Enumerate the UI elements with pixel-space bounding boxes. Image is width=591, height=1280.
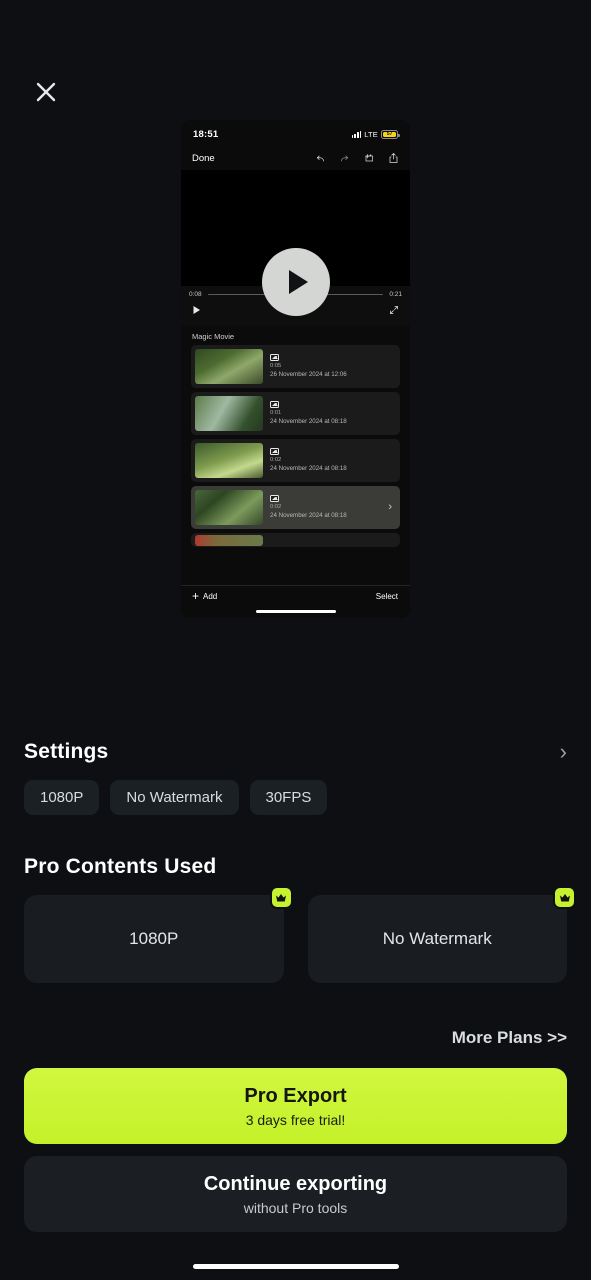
clip-date: 26 November 2024 at 12:06 [270,370,347,378]
settings-chip-resolution[interactable]: 1080P [24,780,100,815]
clip-duration: 0:05 [270,362,282,369]
pro-card-watermark[interactable]: No Watermark [307,886,576,983]
chevron-right-icon[interactable]: › [388,502,394,513]
pro-content-cards: 1080P No Watermark [24,886,576,983]
play-icon[interactable] [192,302,201,320]
clip-row[interactable]: 0:02 24 November 2024 at 08:18 › [191,486,400,529]
photo-icon [270,353,279,361]
pro-export-title: Pro Export [244,1084,347,1107]
current-time-label: 0:08 [189,291,202,298]
add-button[interactable]: + Add [192,590,217,602]
export-screen: 18:51 LTE 57 Done 0:08 0:21 Magic Movie … [0,0,591,1280]
pro-card-label: No Watermark [382,929,492,948]
pro-contents-title: Pro Contents Used [24,855,217,878]
clip-thumbnail [195,490,263,525]
status-bar: 18:51 LTE 57 [181,120,410,146]
done-button[interactable]: Done [192,153,215,164]
redo-icon[interactable] [339,153,350,164]
phone-preview: 18:51 LTE 57 Done 0:08 0:21 Magic Movie … [181,120,410,618]
pro-export-subtitle: 3 days free trial! [245,1111,346,1128]
clip-date: 24 November 2024 at 08:18 [270,417,347,425]
pro-card-label: 1080P [129,929,179,948]
battery-level-label: 57 [383,131,396,137]
clip-row[interactable]: 0:01 24 November 2024 at 08:18 [191,392,400,435]
preview-nav-icons [315,152,399,164]
clip-thumbnail [195,396,263,431]
clip-list-title: Magic Movie [192,332,235,341]
network-label: LTE [364,129,378,139]
add-button-label: Add [203,591,218,601]
plus-icon: + [192,589,200,604]
total-time-label: 0:21 [389,291,402,298]
play-overlay-icon[interactable] [261,248,330,316]
clip-duration: 0:02 [270,456,282,463]
preview-home-indicator [255,610,336,613]
pro-export-button[interactable]: Pro Export 3 days free trial! [24,1068,567,1144]
play-triangle [288,270,308,294]
clip-row[interactable]: 0:05 26 November 2024 at 12:06 [191,345,400,388]
clip-date: 24 November 2024 at 08:18 [270,511,347,519]
continue-exporting-button[interactable]: Continue exporting without Pro tools [24,1156,567,1232]
home-indicator [192,1264,399,1269]
preview-nav-bar: Done [181,146,410,170]
settings-chips: 1080P No Watermark 30FPS [24,780,567,815]
preview-bottom-bar: + Add Select [181,581,410,618]
settings-section: Settings › 1080P No Watermark 30FPS [0,740,591,815]
photo-icon [270,494,279,502]
chevron-right-icon[interactable]: › [560,741,567,763]
continue-exporting-title: Continue exporting [203,1172,388,1195]
clip-meta: 0:01 24 November 2024 at 08:18 [270,400,394,426]
photo-icon [270,400,279,408]
settings-chip-watermark[interactable]: No Watermark [110,780,239,815]
clip-thumbnail [195,443,263,478]
battery-low-power-icon: 57 [381,129,400,139]
settings-title: Settings [24,740,109,763]
more-plans-link[interactable]: More Plans >> [452,1028,567,1048]
continue-exporting-subtitle: without Pro tools [243,1199,348,1216]
clip-row[interactable]: 0:02 24 November 2024 at 08:18 [191,439,400,482]
crown-icon [553,886,576,909]
fullscreen-icon[interactable] [389,302,399,320]
pro-contents-section: Pro Contents Used 1080P No Watermark [0,855,591,983]
clip-duration: 0:02 [270,503,282,510]
clip-meta: 0:05 26 November 2024 at 12:06 [270,353,394,379]
pro-card-resolution[interactable]: 1080P [24,886,293,983]
settings-chip-fps[interactable]: 30FPS [249,780,328,815]
select-button[interactable]: Select [376,592,398,601]
photo-icon [270,447,279,455]
crown-icon [269,886,293,909]
undo-icon[interactable] [315,153,326,164]
cellular-signal-icon [351,130,362,138]
share-icon[interactable] [388,152,399,164]
status-indicators: LTE 57 [351,129,400,139]
clip-thumbnail [195,535,263,546]
clip-thumbnail [195,349,263,384]
clip-row[interactable] [191,533,400,547]
clip-meta: 0:02 24 November 2024 at 08:18 [270,447,394,473]
status-time: 18:51 [193,128,219,140]
magic-adjust-icon[interactable] [363,152,375,164]
close-icon[interactable] [28,74,64,110]
clip-meta: 0:02 24 November 2024 at 08:18 [270,494,381,520]
clip-list: 0:05 26 November 2024 at 12:06 0:01 24 N… [181,345,410,547]
clip-date: 24 November 2024 at 08:18 [270,464,347,472]
clip-duration: 0:01 [270,409,282,416]
